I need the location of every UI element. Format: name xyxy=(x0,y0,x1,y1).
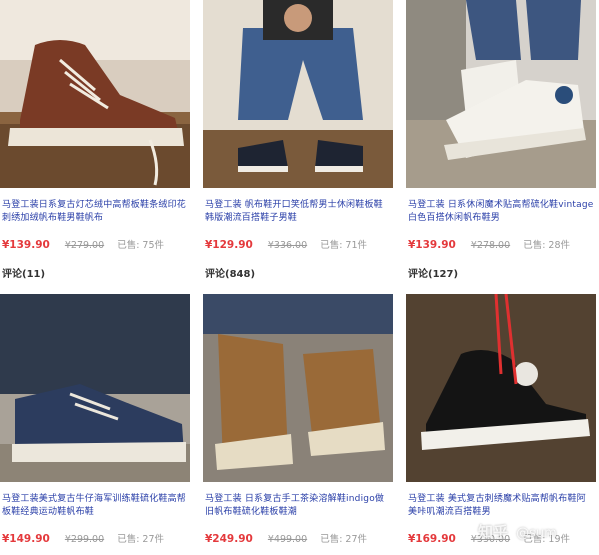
price-row: ¥129.90 ¥336.00 已售: 71件 xyxy=(205,237,395,251)
product-title[interactable]: 马登工装 美式复古刺绣魔术贴高帮帆布鞋阿美咔叽潮流百搭鞋男 xyxy=(408,493,594,519)
review-count[interactable]: 评论(848) xyxy=(205,265,255,280)
sold-count: 已售: 28件 xyxy=(523,240,570,251)
sold-count: 已售: 75件 xyxy=(117,240,164,251)
price-row: ¥139.90 ¥279.00 已售: 75件 xyxy=(2,237,192,251)
product-image-2[interactable] xyxy=(203,0,393,188)
original-price: ¥299.00 xyxy=(64,534,105,545)
sale-price: ¥139.90 xyxy=(408,239,456,251)
original-price: ¥278.00 xyxy=(470,240,511,251)
watermark-handle: @sum xyxy=(516,526,557,541)
watermark-brand: 知乎 xyxy=(478,523,509,541)
sale-price: ¥149.90 xyxy=(2,533,50,545)
original-price: ¥499.00 xyxy=(267,534,308,545)
sale-price: ¥129.90 xyxy=(205,239,253,251)
review-count[interactable]: 评论(11) xyxy=(2,265,45,280)
original-price: ¥336.00 xyxy=(267,240,308,251)
sold-count: 已售: 27件 xyxy=(320,534,367,545)
product-title[interactable]: 马登工装 帆布鞋开口笑低帮男士休闲鞋板鞋韩版潮流百搭鞋子男鞋 xyxy=(205,199,391,225)
product-title[interactable]: 马登工装 日系休闲魔术贴高帮硫化鞋vintage白色百搭休闲帆布鞋男 xyxy=(408,199,594,225)
sale-price: ¥169.90 xyxy=(408,533,456,545)
product-image-4[interactable] xyxy=(0,294,190,482)
price-row: ¥149.90 ¥299.00 已售: 27件 xyxy=(2,531,192,545)
product-title[interactable]: 马登工装美式复古牛仔海军训练鞋硫化鞋高帮板鞋经典运动鞋帆布鞋 xyxy=(2,493,188,519)
product-image-1[interactable] xyxy=(0,0,190,188)
product-image-3[interactable] xyxy=(406,0,596,188)
sale-price: ¥139.90 xyxy=(2,239,50,251)
product-image-5[interactable] xyxy=(203,294,393,482)
price-row: ¥139.90 ¥278.00 已售: 28件 xyxy=(408,237,598,251)
product-title[interactable]: 马登工装日系复古灯芯绒中高帮板鞋条绒印花刺绣加绒帆布鞋男鞋帆布 xyxy=(2,199,188,225)
original-price: ¥279.00 xyxy=(64,240,105,251)
product-image-6[interactable] xyxy=(406,294,596,482)
price-row: ¥249.90 ¥499.00 已售: 27件 xyxy=(205,531,395,545)
zhihu-watermark: 知乎 @sum xyxy=(478,521,557,542)
review-count[interactable]: 评论(127) xyxy=(408,265,458,280)
sold-count: 已售: 71件 xyxy=(320,240,367,251)
sale-price: ¥249.90 xyxy=(205,533,253,545)
product-title[interactable]: 马登工装 日系复古手工茶染溶解鞋indigo做旧帆布鞋硫化鞋板鞋潮 xyxy=(205,493,391,519)
sold-count: 已售: 27件 xyxy=(117,534,164,545)
